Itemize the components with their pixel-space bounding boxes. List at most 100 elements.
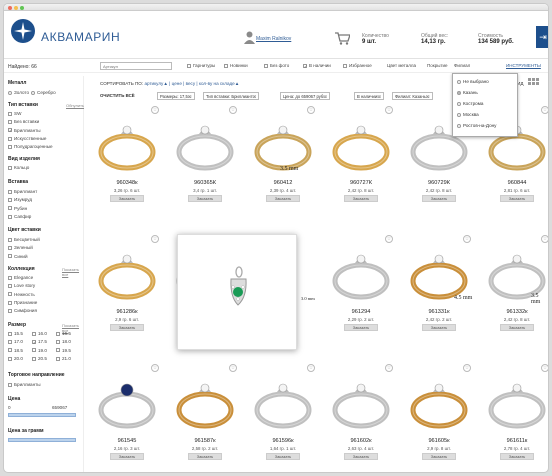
product-preview-popup[interactable] (177, 234, 297, 350)
novinki-checkbox[interactable]: Новинки (224, 63, 248, 68)
order-button[interactable]: Заказать (266, 453, 300, 460)
size-checkbox[interactable]: 16.0 (32, 331, 47, 336)
product-card[interactable]: ☆ 960348к 3,26 гр. 6 шт. Заказать (91, 104, 163, 214)
size-checkbox[interactable]: 19.5 (56, 348, 71, 353)
user-link[interactable]: Maxim Ralnikov (256, 36, 291, 42)
size-checkbox[interactable]: 16.5 (56, 331, 71, 336)
product-code[interactable]: 961331к (403, 309, 475, 315)
order-button[interactable]: Заказать (188, 453, 222, 460)
insert-checkbox[interactable]: SW (8, 111, 21, 116)
trade-checkbox[interactable]: Бриллианты (8, 382, 41, 387)
product-card[interactable]: ☆ 961605к 2,9 гр. 8 шт. Заказать (403, 362, 475, 472)
product-code[interactable]: 961605к (403, 438, 475, 444)
article-input[interactable] (100, 62, 172, 70)
size-checkbox[interactable]: 21.0 (56, 356, 71, 361)
order-button[interactable]: Заказать (110, 453, 144, 460)
size-checkbox[interactable]: 15.5 (8, 331, 23, 336)
order-button[interactable]: Заказать (110, 324, 144, 331)
product-code[interactable]: 961602к (325, 438, 397, 444)
order-button[interactable]: Заказать (344, 195, 378, 202)
product-card[interactable]: ☆ 960727К 2,42 гр. 8 шт. Заказать (325, 104, 397, 214)
order-button[interactable]: Заказать (110, 195, 144, 202)
product-card[interactable]: ☆ 961611к 2,78 гр. 4 шт. Заказать (481, 362, 548, 472)
clear-all-button[interactable]: ОЧИСТИТЬ ВСЁ (100, 93, 135, 98)
product-code[interactable]: 960412 (247, 180, 319, 186)
dropdown-option[interactable]: Кострома (457, 101, 483, 106)
close-dot[interactable] (8, 6, 12, 10)
garnitury-checkbox[interactable]: Гарнитуры (187, 63, 215, 68)
color-checkbox[interactable]: Бесцветный (8, 237, 40, 242)
brand-name[interactable]: АКВАМАРИН (41, 30, 120, 44)
product-card[interactable]: ☆ 961545 2,16 гр. 3 шт. Заказать (91, 362, 163, 472)
size-checkbox[interactable]: 19.0 (32, 348, 47, 353)
vstavka-checkbox[interactable]: Сапфир (8, 214, 31, 219)
product-code[interactable]: 961286к (91, 309, 163, 315)
order-button[interactable]: Заказать (344, 453, 378, 460)
product-code[interactable]: 961587к (169, 438, 241, 444)
exit-icon[interactable]: ⇥ (536, 26, 548, 48)
vstavka-checkbox[interactable]: Бриллиант (8, 189, 37, 194)
filter-chip[interactable]: Тип вставки: Бриллиант☒ (203, 92, 260, 100)
color-checkbox[interactable]: Зеленый (8, 245, 33, 250)
product-code[interactable]: 961611к (481, 438, 548, 444)
product-code[interactable]: 961294 (325, 309, 397, 315)
filter-chip[interactable]: Филиал: Казань☒ (392, 92, 433, 100)
product-code[interactable]: 960844 (481, 180, 548, 186)
order-button[interactable]: Заказать (188, 195, 222, 202)
size-checkbox[interactable]: 20.0 (8, 356, 23, 361)
collection-checkbox[interactable]: Нежность (8, 292, 35, 297)
product-code[interactable]: 961596к (247, 438, 319, 444)
order-button[interactable]: Заказать (500, 195, 534, 202)
kind-checkbox[interactable]: Кольцо (8, 165, 29, 170)
filter-chip[interactable]: Цена: до 659067 руб☒ (280, 92, 331, 100)
minimize-dot[interactable] (14, 6, 18, 10)
order-button[interactable]: Заказать (500, 324, 534, 331)
vstavka-checkbox[interactable]: Изумруд (8, 197, 32, 202)
filial-select[interactable]: Филиал (454, 63, 470, 68)
metal-radio[interactable]: Золото (8, 90, 29, 95)
product-code[interactable]: 961332к (481, 309, 548, 315)
product-card[interactable]: ☆ 961286к 2,9 гр. 6 шт. Заказать (91, 233, 163, 343)
product-card[interactable]: ☆ 961332к 2,42 гр. 8 шт. Заказать (481, 233, 548, 343)
order-button[interactable]: Заказать (266, 195, 300, 202)
product-code[interactable]: 960365К (169, 180, 241, 186)
product-card[interactable]: ☆ 960412 2,39 гр. 4 шт. Заказать (247, 104, 319, 214)
product-card[interactable]: ☆ 961587к 2,58 гр. 2 шт. Заказать (169, 362, 241, 472)
instrumenty-link[interactable]: ИНСТРУМЕНТЫ (506, 63, 541, 68)
bez-foto-checkbox[interactable]: Без фото (264, 63, 289, 68)
price-slider[interactable] (8, 413, 76, 417)
izbrannoe-checkbox[interactable]: Избранное (343, 63, 372, 68)
filter-chip[interactable]: В наличии☒ (354, 92, 384, 100)
product-code[interactable]: 960729К (403, 180, 475, 186)
v-nalichii-checkbox[interactable]: ✓ В наличии (303, 63, 331, 68)
order-button[interactable]: Заказать (500, 453, 534, 460)
product-card[interactable]: ☆ 961602к 2,63 гр. 4 шт. Заказать (325, 362, 397, 472)
maximize-dot[interactable] (20, 6, 24, 10)
dropdown-option[interactable]: Не выбрано (457, 79, 489, 84)
vstavka-checkbox[interactable]: Рубин (8, 206, 27, 211)
product-card[interactable]: ☆ 961294 2,29 гр. 2 шт. Заказать (325, 233, 397, 343)
dropdown-option[interactable]: Казань (457, 90, 478, 95)
order-button[interactable]: Заказать (422, 195, 456, 202)
order-button[interactable]: Заказать (344, 324, 378, 331)
collection-checkbox[interactable]: Признание (8, 300, 37, 305)
collection-checkbox[interactable]: Love story (8, 283, 35, 288)
insert-checkbox[interactable]: ✓ Бриллианты (8, 128, 41, 133)
collection-show-all[interactable]: Показать все (62, 267, 83, 277)
dropdown-option[interactable]: Москва (457, 112, 479, 117)
metal-radio[interactable]: Серебро (31, 90, 56, 95)
insert-checkbox[interactable]: Без вставки (8, 119, 39, 124)
insert-checkbox[interactable]: Искусственные (8, 136, 46, 141)
color-checkbox[interactable]: Синий (8, 254, 28, 259)
insert-reset-link[interactable]: Обнулить (66, 103, 84, 108)
order-button[interactable]: Заказать (422, 453, 456, 460)
size-checkbox[interactable]: 17.0 (8, 339, 23, 344)
price-per-gram-slider[interactable] (8, 438, 76, 442)
pokrytie-select[interactable]: Покрытие (427, 63, 448, 68)
dropdown-option[interactable]: Ростов-на-Дону (457, 123, 496, 128)
collection-checkbox[interactable]: Elegance (8, 275, 33, 280)
cart-icon[interactable] (335, 32, 350, 45)
grid-view-icon[interactable] (528, 78, 544, 88)
product-card[interactable]: ☆ 961331к 2,42 гр. 2 шт. Заказать (403, 233, 475, 343)
product-card[interactable]: ☆ 961596к 1,64 гр. 1 шт. Заказать (247, 362, 319, 472)
